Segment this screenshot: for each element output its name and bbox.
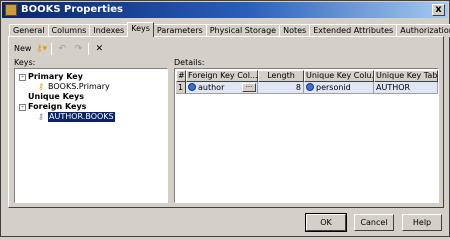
ellipsis-button[interactable]: ···: [242, 83, 256, 92]
column-header[interactable]: Unique Key Table: [374, 70, 438, 82]
window-title: BOOKS Properties: [21, 4, 124, 15]
uk-column-value: personid: [316, 83, 351, 92]
toolbar-separator: [51, 43, 53, 55]
keys-label: Keys:: [14, 58, 36, 67]
tab-strip: General Columns Indexes Keys Parameters …: [9, 22, 450, 37]
details-grid[interactable]: # Foreign Key Col... Length Unique Key C…: [174, 68, 439, 203]
table-row[interactable]: 1 author ··· 8 personid AUTHOR: [176, 82, 438, 94]
details-table: # Foreign Key Col... Length Unique Key C…: [176, 70, 438, 94]
tree-item-primary-key[interactable]: - Primary Key: [19, 72, 83, 82]
cancel-button[interactable]: Cancel: [354, 214, 394, 231]
fk-column-value: author: [198, 83, 225, 92]
title-bar[interactable]: BOOKS Properties x: [2, 2, 448, 18]
keys-tree[interactable]: - Primary Key ⚷ BOOKS.Primary Unique Key…: [14, 68, 168, 203]
toolbar: New ⚷▾ ↶ ↷ ✕: [14, 42, 105, 56]
help-button[interactable]: Help: [402, 214, 442, 231]
column-icon: [306, 83, 314, 91]
table-header-row: # Foreign Key Col... Length Unique Key C…: [176, 70, 438, 82]
tree-label: AUTHOR.BOOKS: [48, 112, 115, 122]
tree-item-foreign-keys[interactable]: - Foreign Keys: [19, 102, 86, 112]
tree-label: Unique Keys: [28, 92, 85, 101]
foreign-key-icon: ⚷: [38, 112, 44, 121]
keys-tab-panel: New ⚷▾ ↶ ↷ ✕ Keys: - Primary Key ⚷ BOOKS…: [8, 36, 444, 208]
tree-item-author-books[interactable]: ⚷ AUTHOR.BOOKS: [38, 112, 115, 122]
primary-key-icon: ⚷: [38, 82, 44, 91]
new-button[interactable]: New: [14, 43, 31, 55]
column-header[interactable]: Length: [258, 70, 304, 82]
column-icon: [188, 83, 196, 91]
tree-label: BOOKS.Primary: [48, 82, 110, 91]
tab-keys[interactable]: Keys: [127, 22, 154, 37]
row-number: 1: [176, 82, 186, 94]
details-label: Details:: [174, 58, 205, 67]
column-header[interactable]: #: [176, 70, 186, 82]
uk-table-cell[interactable]: AUTHOR: [374, 82, 438, 94]
table-icon: [5, 4, 17, 16]
uk-column-cell[interactable]: personid: [304, 82, 374, 94]
tree-item-unique-keys[interactable]: Unique Keys: [28, 92, 84, 102]
column-header[interactable]: Foreign Key Col...: [186, 70, 258, 82]
collapse-icon[interactable]: -: [19, 103, 26, 111]
length-cell[interactable]: 8: [258, 82, 304, 94]
properties-window: BOOKS Properties x General Columns Index…: [0, 0, 450, 237]
undo-icon[interactable]: ↶: [56, 43, 68, 55]
fk-column-cell[interactable]: author ···: [186, 82, 258, 94]
toolbar-separator: [88, 43, 90, 55]
column-header[interactable]: Unique Key Colu...: [304, 70, 374, 82]
tree-item-books-primary[interactable]: ⚷ BOOKS.Primary: [38, 82, 110, 92]
collapse-icon[interactable]: -: [19, 73, 26, 81]
new-key-icon[interactable]: ⚷▾: [35, 43, 47, 55]
ok-button[interactable]: OK: [305, 213, 347, 232]
redo-icon[interactable]: ↷: [72, 43, 84, 55]
tree-label: Primary Key: [28, 72, 83, 81]
tree-label: Foreign Keys: [28, 102, 87, 111]
delete-icon[interactable]: ✕: [93, 43, 105, 55]
close-button[interactable]: x: [432, 4, 445, 16]
